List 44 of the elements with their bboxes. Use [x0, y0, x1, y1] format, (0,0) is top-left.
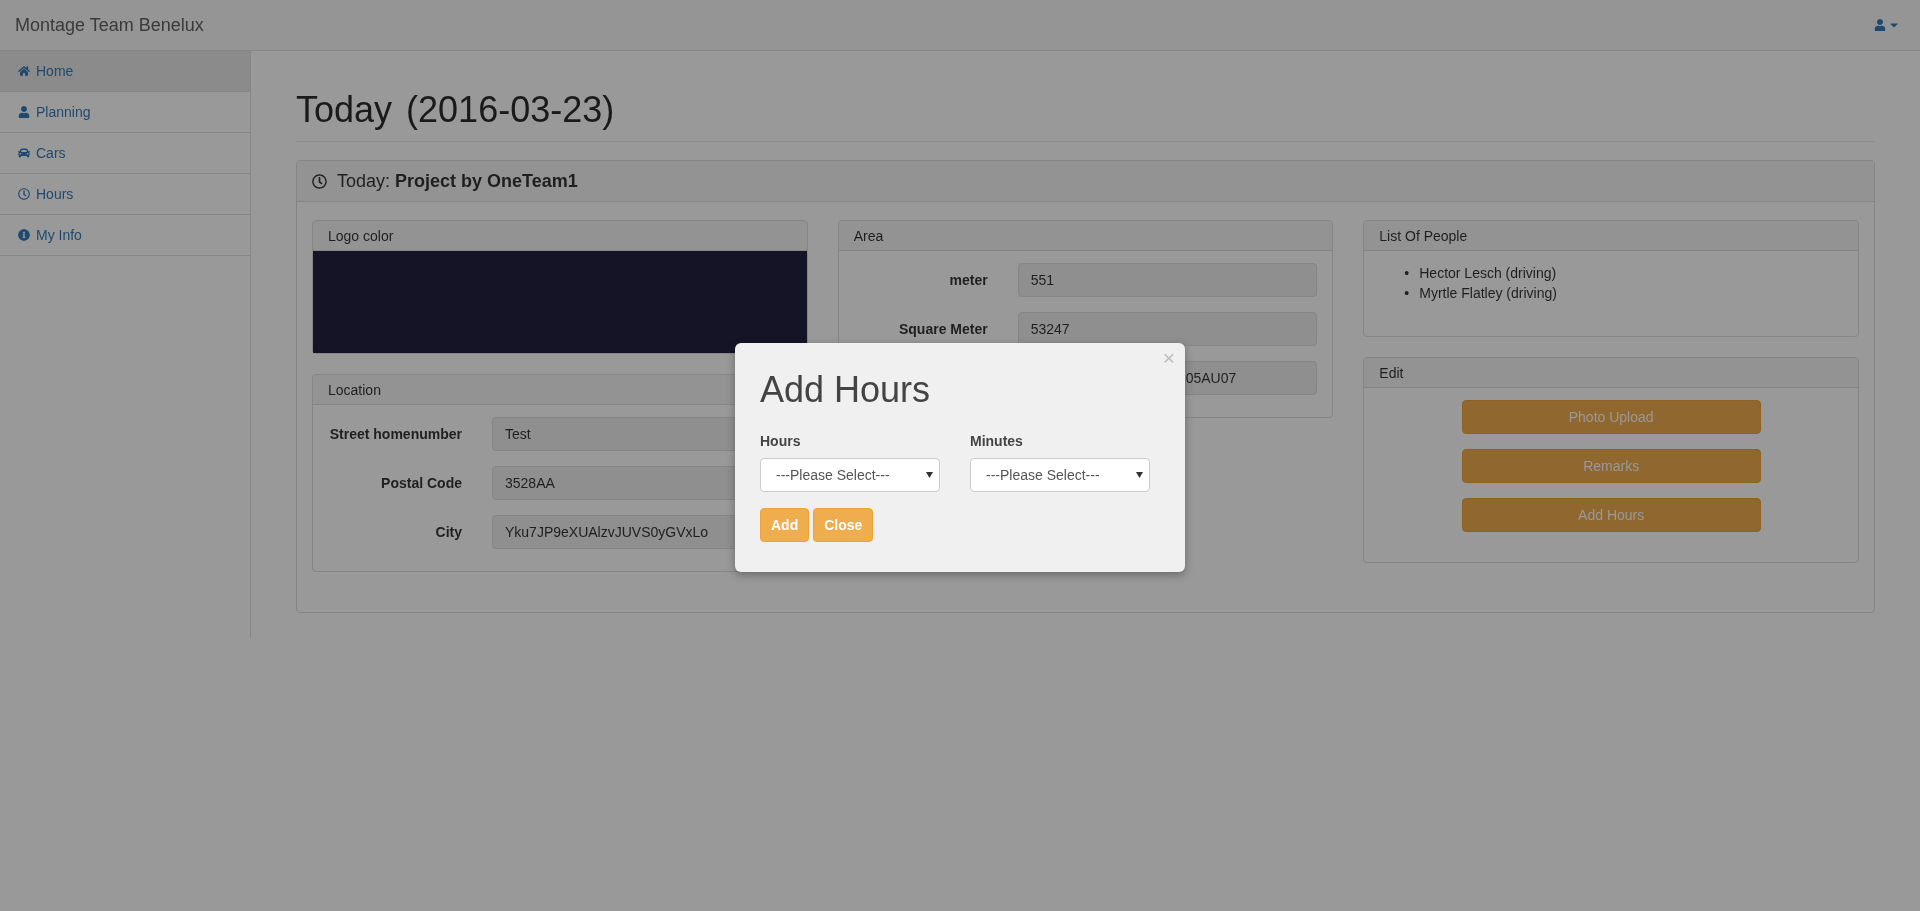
home-icon — [18, 65, 30, 77]
info-icon — [18, 229, 30, 241]
brand-link[interactable]: Montage Team Benelux — [15, 14, 204, 36]
person-icon — [18, 106, 30, 118]
caret-icon — [926, 472, 933, 478]
panel-title: Today: Project by OneTeam1 — [337, 170, 578, 192]
clock-icon — [18, 188, 30, 200]
field-label: meter — [948, 272, 988, 288]
text-field[interactable]: 551 — [1017, 263, 1318, 297]
panel-title: Area — [853, 227, 884, 244]
sidebar-item[interactable]: My Info — [0, 215, 250, 256]
modal-button[interactable]: Close — [813, 508, 874, 542]
panel-title: Location — [328, 381, 381, 398]
field-label: Postal Code — [380, 475, 462, 491]
user-icon — [1874, 19, 1886, 31]
sidebar-item[interactable]: Planning — [0, 92, 250, 133]
select-field[interactable]: ---Please Select--- — [760, 458, 940, 492]
panel-title: List Of People — [1379, 227, 1468, 244]
car-icon — [18, 147, 30, 159]
action-button[interactable]: Add Hours — [1461, 498, 1761, 532]
field-label: Street homenumber — [328, 426, 462, 442]
modal-title: Add Hours — [760, 369, 932, 411]
panel-title: Edit — [1379, 364, 1404, 381]
page-date: (2016-03-23) — [406, 89, 615, 131]
action-button[interactable]: Photo Upload — [1461, 400, 1761, 434]
bullet: • — [1404, 284, 1410, 303]
clock-icon — [312, 173, 327, 189]
panel-title: Logo color — [328, 227, 394, 244]
sidebar-item[interactable]: Cars — [0, 133, 250, 174]
field-label: City — [434, 524, 462, 540]
select-field[interactable]: ---Please Select--- — [970, 458, 1150, 492]
text-field[interactable]: 53247 — [1017, 312, 1318, 346]
field-label: Square Meter — [897, 321, 988, 337]
action-button[interactable]: Remarks — [1461, 449, 1761, 483]
modal-button[interactable]: Add — [760, 508, 810, 542]
person-item: Myrtle Flatley (driving) — [1419, 284, 1557, 303]
page-title: Today — [296, 89, 393, 131]
field-label: Minutes — [970, 433, 1024, 449]
caret-icon — [1136, 472, 1143, 478]
sidebar-item[interactable]: Home — [0, 51, 250, 92]
close-button[interactable]: × — [1162, 347, 1175, 368]
sidebar-item[interactable]: Hours — [0, 174, 250, 215]
person-item: Hector Lesch (driving) — [1419, 264, 1557, 283]
bullet: • — [1404, 264, 1410, 283]
